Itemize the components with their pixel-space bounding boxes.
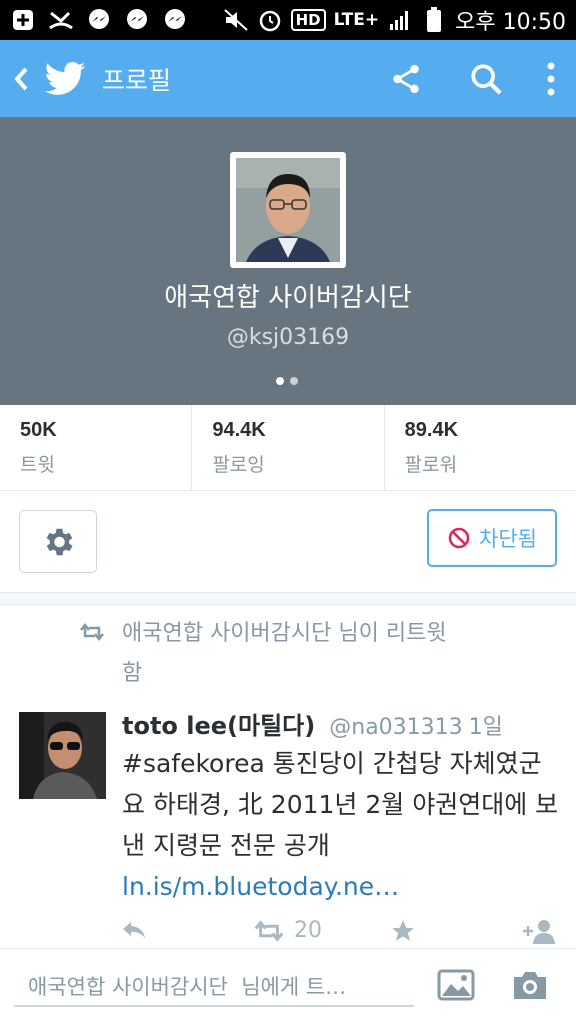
twitter-bird-icon[interactable] [42, 56, 88, 102]
tweet-time: 1일 [468, 715, 503, 740]
search-icon [471, 63, 502, 95]
alarm-icon [257, 7, 283, 33]
stat-value: 50K [20, 419, 57, 441]
stat-tweets[interactable]: 50K 트윗 [0, 405, 193, 490]
block-icon [448, 527, 470, 549]
share-button[interactable] [366, 40, 446, 117]
tweet-author-avatar[interactable] [19, 712, 106, 799]
retweet-icon [254, 919, 284, 942]
stat-value: 89.4K [404, 419, 459, 441]
profile-stats: 50K 트윗 94.4K 팔로잉 89.4K 팔로워 [0, 405, 576, 491]
add-notification-icon [10, 7, 36, 33]
stat-followers[interactable]: 89.4K 팔로워 [385, 405, 576, 490]
clock: 오후 10:50 [455, 10, 566, 35]
chevron-left-icon [14, 67, 28, 90]
app-bar: 프로필 [0, 40, 576, 117]
messenger-icon [124, 7, 150, 33]
tweet[interactable]: toto lee(마틸다) @na031313 1일 #safekorea 통진… [122, 706, 572, 907]
favorite-button[interactable] [390, 918, 416, 944]
mute-icon [223, 7, 249, 33]
stat-value: 94.4K [212, 419, 266, 441]
add-user-icon [523, 920, 555, 944]
tweet-text: #safekorea 통진당이 간첩당 자체였군요 하태경, 北 2011년 2… [122, 743, 562, 907]
compose-input[interactable] [14, 963, 414, 1007]
reply-icon [123, 922, 145, 938]
status-bar: HD LTE+ 오후 10:50 [0, 0, 576, 40]
signal-icon [387, 7, 413, 33]
photo-gallery-button[interactable] [436, 967, 476, 1003]
tweet-link[interactable]: ln.is/m.bluetoday.ne… [122, 872, 399, 901]
blocked-button[interactable]: 차단됨 [427, 509, 557, 567]
overflow-menu-icon [547, 62, 555, 95]
page-title: 프로필 [102, 65, 172, 95]
section-divider [0, 593, 576, 605]
profile-avatar[interactable] [230, 152, 346, 268]
more-options-button[interactable] [526, 40, 576, 117]
stat-label: 팔로잉 [212, 454, 265, 476]
network-type: LTE+ [333, 10, 380, 30]
page-dot-active [276, 377, 284, 385]
stat-label: 팔로워 [404, 454, 458, 476]
image-icon [437, 969, 475, 1001]
gear-icon [46, 528, 73, 555]
stat-label: 트윗 [20, 454, 55, 476]
camera-button[interactable] [510, 967, 550, 1003]
compose-bar [0, 948, 576, 1024]
tweet-text-body: #safekorea 통진당이 간첩당 자체였군요 하태경, 北 2011년 2… [122, 749, 559, 860]
retweet-context-text: 애국연합 사이버감시단 님이 리트윗함 [122, 621, 447, 686]
profile-photo [236, 158, 340, 262]
messenger-icon [86, 7, 112, 33]
retweet-count: 20 [294, 918, 322, 943]
battery-icon [421, 7, 447, 33]
retweet-context: 애국연합 사이버감시단 님이 리트윗함 [80, 614, 480, 694]
missed-call-icon [48, 7, 74, 33]
back-button[interactable] [4, 40, 38, 117]
stat-following[interactable]: 94.4K 팔로잉 [192, 405, 385, 490]
star-icon [392, 920, 414, 941]
retweet-icon [80, 622, 106, 694]
search-button[interactable] [446, 40, 526, 117]
camera-icon [514, 972, 546, 999]
follow-button[interactable] [522, 918, 556, 944]
reply-button[interactable] [120, 918, 148, 942]
profile-header: 애국연합 사이버감시단 @ksj03169 [0, 117, 576, 405]
hd-voice-indicator: HD [290, 9, 326, 31]
profile-handle: @ksj03169 [226, 325, 350, 350]
settings-button[interactable] [19, 510, 97, 573]
header-page-indicator[interactable] [276, 377, 298, 385]
messenger-icon [162, 7, 188, 33]
retweet-button[interactable]: 20 [254, 918, 322, 943]
tweet-author-handle[interactable]: @na031313 [329, 715, 462, 740]
page-dot [290, 377, 298, 385]
tweet-actions: 20 [118, 918, 568, 948]
profile-display-name: 애국연합 사이버감시단 [164, 283, 412, 313]
blocked-label: 차단됨 [479, 527, 537, 551]
tweet-author-name[interactable]: toto lee(마틸다) [122, 706, 315, 741]
profile-actions: 차단됨 [0, 491, 576, 593]
share-icon [393, 64, 419, 93]
